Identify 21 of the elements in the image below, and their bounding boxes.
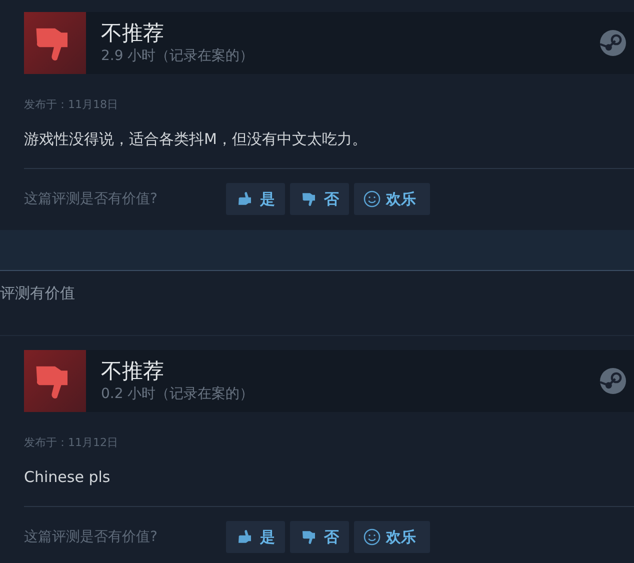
helpful-prompt: 这篇评测是否有价值? (24, 190, 158, 208)
playtime-text: 2.9 小时（记录在案的） (101, 47, 254, 66)
review-text: Chinese pls (24, 468, 112, 488)
no-button[interactable]: 否 (290, 521, 349, 553)
review-text: 游戏性没得说，适合各类抖M，但没有中文太吃力。 (24, 130, 368, 150)
section-label: 评测有价值 (0, 283, 76, 304)
posted-date: 发布于：11月18日 (24, 97, 119, 112)
helpful-prompt: 这篇评测是否有价值? (24, 528, 158, 546)
steam-icon (600, 368, 626, 394)
no-button[interactable]: 否 (290, 183, 349, 215)
playtime-text: 0.2 小时（记录在案的） (101, 385, 254, 404)
funny-button[interactable]: 欢乐 (354, 183, 430, 215)
smiley-icon (362, 527, 382, 547)
smiley-icon (362, 189, 382, 209)
posted-date: 发布于：11月12日 (24, 435, 119, 450)
yes-button[interactable]: 是 (226, 183, 285, 215)
review-verdict: 不推荐 (101, 358, 165, 384)
steam-icon (600, 30, 626, 56)
yes-button[interactable]: 是 (226, 521, 285, 553)
review-verdict: 不推荐 (101, 20, 165, 46)
funny-button[interactable]: 欢乐 (354, 521, 430, 553)
